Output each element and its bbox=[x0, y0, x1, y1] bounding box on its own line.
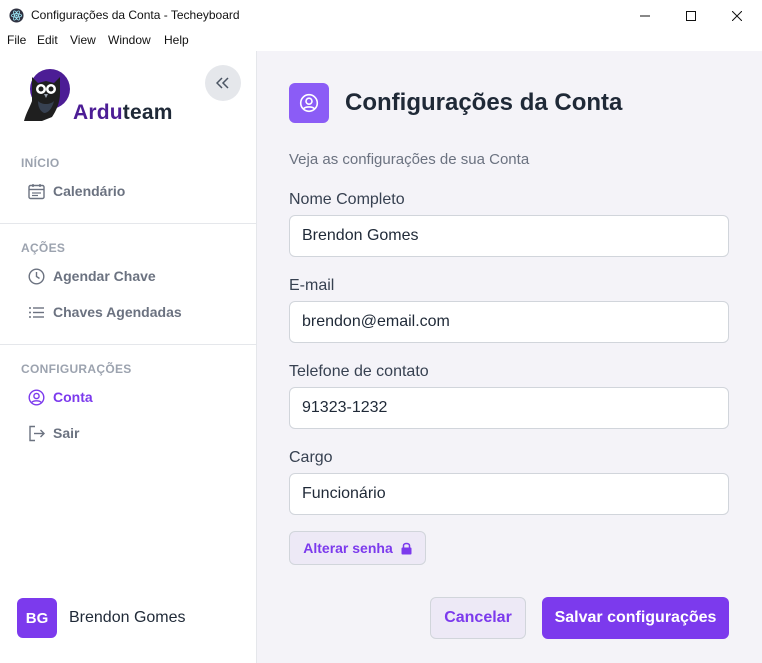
email-label: E-mail bbox=[289, 277, 335, 294]
sidebar-item-sair[interactable]: Sair bbox=[27, 422, 79, 444]
sidebar-item-label: Chaves Agendadas bbox=[53, 304, 182, 320]
page-subtitle: Veja as configurações de sua Conta bbox=[289, 151, 530, 168]
section-label-configuracoes: CONFIGURAÇÕES bbox=[21, 362, 132, 376]
sidebar-item-label: Agendar Chave bbox=[53, 268, 156, 284]
lock-icon bbox=[401, 542, 412, 554]
sidebar-item-label: Sair bbox=[53, 425, 80, 441]
sidebar-item-conta[interactable]: Conta bbox=[27, 386, 93, 408]
owl-logo-icon bbox=[24, 69, 70, 121]
sidebar-item-agendar-chave[interactable]: Agendar Chave bbox=[27, 265, 156, 287]
page-icon bbox=[289, 83, 329, 123]
menubar: File Edit View Window Help bbox=[0, 31, 762, 51]
chevrons-left-icon bbox=[216, 77, 229, 89]
close-icon bbox=[732, 10, 742, 21]
calendar-icon bbox=[27, 182, 45, 200]
user-circle-icon bbox=[27, 388, 45, 406]
minimize-button[interactable] bbox=[622, 0, 668, 31]
menu-window[interactable]: Window bbox=[108, 33, 151, 47]
save-button[interactable]: Salvar configurações bbox=[542, 597, 729, 639]
maximize-button[interactable] bbox=[668, 0, 714, 31]
sidebar-item-label: Conta bbox=[53, 389, 93, 405]
section-label-acoes: AÇÕES bbox=[21, 241, 66, 255]
section-label-inicio: INÍCIO bbox=[21, 156, 60, 170]
change-password-label: Alterar senha bbox=[303, 540, 393, 556]
brand-name: Arduteam bbox=[73, 101, 173, 124]
full-name-input[interactable] bbox=[289, 215, 729, 257]
user-circle-icon bbox=[299, 93, 319, 113]
app-icon bbox=[9, 8, 24, 23]
menu-help[interactable]: Help bbox=[164, 33, 189, 47]
maximize-icon bbox=[686, 10, 696, 21]
menu-file[interactable]: File bbox=[7, 33, 26, 47]
page-title: Configurações da Conta bbox=[345, 89, 623, 116]
sidebar-divider bbox=[0, 223, 256, 224]
collapse-sidebar-button[interactable] bbox=[205, 65, 241, 101]
menu-view[interactable]: View bbox=[70, 33, 96, 47]
main-content: Configurações da Conta Veja as configura… bbox=[257, 51, 762, 663]
sidebar-item-calendario[interactable]: Calendário bbox=[27, 180, 125, 202]
menu-edit[interactable]: Edit bbox=[37, 33, 58, 47]
role-input[interactable] bbox=[289, 473, 729, 515]
phone-label: Telefone de contato bbox=[289, 363, 429, 380]
cancel-button[interactable]: Cancelar bbox=[430, 597, 526, 639]
close-button[interactable] bbox=[714, 0, 760, 31]
user-name: Brendon Gomes bbox=[69, 609, 186, 626]
clock-icon bbox=[27, 267, 45, 285]
sidebar-item-chaves-agendadas[interactable]: Chaves Agendadas bbox=[27, 301, 182, 323]
window-titlebar: Configurações da Conta - Techeyboard bbox=[0, 0, 762, 31]
phone-input[interactable] bbox=[289, 387, 729, 429]
window-title: Configurações da Conta - Techeyboard bbox=[31, 8, 240, 22]
full-name-label: Nome Completo bbox=[289, 191, 405, 208]
email-input[interactable] bbox=[289, 301, 729, 343]
minimize-icon bbox=[640, 15, 650, 16]
sidebar-item-label: Calendário bbox=[53, 183, 126, 199]
role-label: Cargo bbox=[289, 449, 333, 466]
avatar[interactable]: BG bbox=[17, 598, 57, 638]
sidebar-divider bbox=[0, 344, 256, 345]
logout-icon bbox=[27, 424, 45, 442]
sidebar: Arduteam INÍCIO Calendário AÇÕES Agendar… bbox=[0, 51, 257, 663]
list-icon bbox=[27, 303, 45, 321]
change-password-button[interactable]: Alterar senha bbox=[289, 531, 426, 565]
